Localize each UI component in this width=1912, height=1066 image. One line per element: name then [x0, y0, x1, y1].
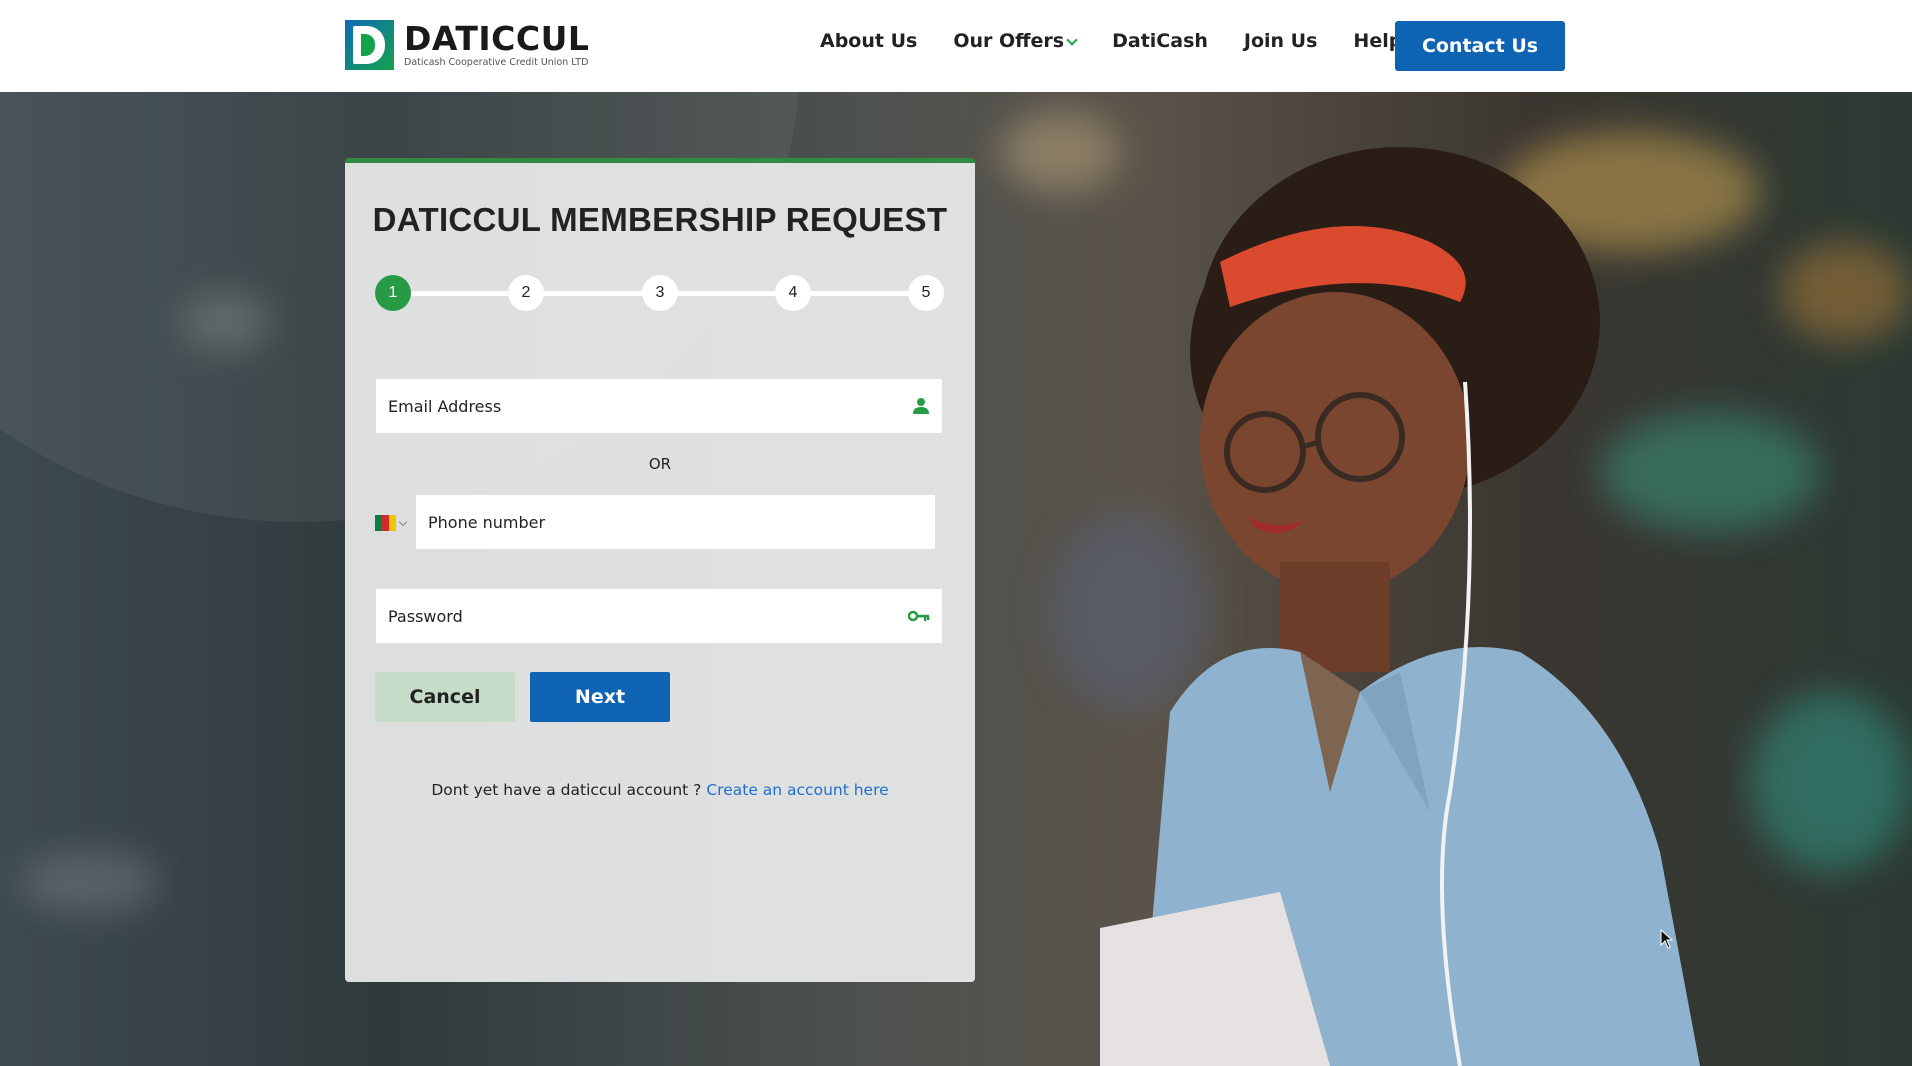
next-button[interactable]: Next [530, 672, 670, 722]
chevron-down-icon [1066, 34, 1078, 46]
nav-our-offers[interactable]: Our Offers [953, 30, 1078, 52]
step-2[interactable]: 2 [508, 275, 544, 311]
main-nav: About Us Our Offers DatiCash Join Us Hel… [820, 30, 1438, 52]
nav-daticash[interactable]: DatiCash [1112, 30, 1208, 52]
chevron-down-icon [398, 517, 408, 526]
step-3[interactable]: 3 [642, 275, 678, 311]
signup-text: Dont yet have a daticcul account ? [431, 781, 702, 799]
nav-join-us[interactable]: Join Us [1244, 30, 1318, 52]
password-field-wrapper [375, 588, 943, 644]
logo-name: DATICCUL [404, 18, 590, 58]
contact-us-button[interactable]: Contact Us [1395, 21, 1565, 71]
email-field-wrapper [375, 378, 943, 434]
mouse-cursor-icon [1660, 929, 1674, 949]
form-title: DATICCUL MEMBERSHIP REQUEST [372, 201, 948, 238]
key-icon [908, 610, 930, 622]
email-input[interactable] [376, 379, 942, 433]
step-5[interactable]: 5 [908, 275, 944, 311]
password-input[interactable] [376, 589, 942, 643]
site-header: DATICCUL Daticash Cooperative Credit Uni… [0, 0, 1912, 92]
membership-request-card: DATICCUL MEMBERSHIP REQUEST 1 2 3 4 5 OR [345, 158, 975, 982]
cancel-button[interactable]: Cancel [375, 672, 515, 722]
step-4[interactable]: 4 [775, 275, 811, 311]
person-icon [913, 398, 929, 414]
site-logo[interactable]: DATICCUL Daticash Cooperative Credit Uni… [345, 20, 589, 70]
step-1[interactable]: 1 [375, 275, 411, 311]
or-separator: OR [648, 455, 672, 473]
phone-number-input[interactable] [416, 495, 935, 549]
phone-field-wrapper [415, 494, 936, 550]
create-account-link[interactable]: Create an account here [706, 781, 888, 799]
step-progress: 1 2 3 4 5 [375, 275, 944, 311]
logo-mark-icon [345, 20, 394, 70]
country-code-selector[interactable] [375, 512, 415, 534]
logo-subtitle: Daticash Cooperative Credit Union LTD [404, 56, 589, 68]
woman-photo [1100, 147, 1700, 1066]
nav-about-us[interactable]: About Us [820, 30, 917, 52]
signup-prompt: Dont yet have a daticcul account ? Creat… [345, 781, 975, 799]
